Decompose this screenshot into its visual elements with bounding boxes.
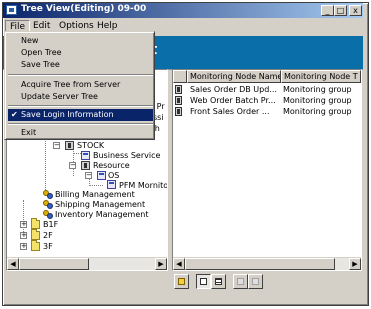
node-type: Monitoring group	[283, 96, 352, 105]
scroll-right-button[interactable]: ▶	[349, 258, 361, 270]
node-name: Sales Order DB Upd...	[190, 85, 277, 94]
list-row[interactable]: Web Order Batch Pr... Monitoring group	[173, 95, 361, 106]
folder-icon	[31, 218, 40, 229]
folder-up-icon	[178, 278, 185, 285]
app-icon	[6, 5, 17, 15]
zoom-in-button[interactable]	[233, 274, 248, 289]
column-header-node-type[interactable]: Monitoring Node T	[281, 70, 361, 83]
group-icon	[43, 209, 53, 219]
tree-node-b1f[interactable]: B1F	[43, 219, 58, 230]
service-icon	[107, 180, 116, 189]
menu-item-exit[interactable]: Exit	[8, 127, 153, 139]
menu-item-save-tree[interactable]: Save Tree	[8, 59, 153, 71]
tree-node-3f[interactable]: 3F	[43, 241, 53, 252]
window-title: Tree View(Editing) 09-00	[21, 4, 147, 14]
folder-icon	[31, 240, 40, 251]
check-icon: ✔	[11, 110, 18, 119]
grid-icon	[237, 278, 244, 285]
server-icon	[175, 107, 182, 116]
tree-line	[73, 153, 81, 154]
server-icon	[65, 141, 74, 150]
tree-line	[89, 185, 103, 186]
list-horizontal-scrollbar[interactable]: ◀ ▶	[173, 257, 361, 270]
menu-separator	[8, 123, 153, 125]
close-button[interactable]: x	[349, 5, 362, 16]
scroll-thumb[interactable]	[19, 258, 89, 270]
menu-item-label: Save Login Information	[21, 110, 114, 119]
grid-icon	[252, 278, 259, 285]
collapse-toggle[interactable]: −	[85, 172, 92, 179]
title-bar: Tree View(Editing) 09-00 _ □ x	[3, 3, 363, 18]
group-icon	[43, 199, 53, 209]
scroll-left-button[interactable]: ◀	[173, 258, 185, 270]
node-list-panel[interactable]: Monitoring Node Name Monitoring Node T S…	[172, 69, 362, 271]
maximize-button[interactable]: □	[334, 5, 347, 16]
collapse-toggle[interactable]: −	[69, 162, 76, 169]
expand-toggle[interactable]: +	[20, 221, 27, 228]
expand-toggle[interactable]: +	[20, 243, 27, 250]
large-icons-icon	[200, 278, 207, 285]
menu-item-new[interactable]: New	[8, 35, 153, 47]
file-menu-dropdown: New Open Tree Save Tree Acquire Tree fro…	[4, 31, 155, 140]
tree-node-2f[interactable]: 2F	[43, 230, 53, 241]
service-icon	[81, 151, 90, 160]
view-toolbar	[170, 274, 364, 292]
list-row[interactable]: Front Sales Order ... Monitoring group	[173, 106, 361, 117]
scroll-right-button[interactable]: ▶	[155, 258, 167, 270]
menu-item-acquire-tree[interactable]: Acquire Tree from Server	[8, 79, 153, 91]
up-level-button[interactable]	[174, 274, 189, 289]
tree-node-inventory[interactable]: Inventory Management	[55, 209, 148, 220]
tree-horizontal-scrollbar[interactable]: ◀ ▶	[7, 257, 167, 270]
menu-item-update-server-tree[interactable]: Update Server Tree	[8, 91, 153, 103]
expand-toggle[interactable]: +	[20, 232, 27, 239]
large-icon-view-button[interactable]	[196, 274, 211, 289]
menu-item-open-tree[interactable]: Open Tree	[8, 47, 153, 59]
server-icon	[175, 96, 182, 105]
node-type: Monitoring group	[283, 85, 352, 94]
list-row[interactable]: Sales Order DB Upd... Monitoring group	[173, 84, 361, 95]
node-name: Front Sales Order ...	[190, 107, 270, 116]
server-icon	[81, 161, 90, 170]
service-icon	[97, 171, 106, 180]
collapse-toggle[interactable]: −	[53, 142, 60, 149]
zoom-out-button[interactable]	[248, 274, 263, 289]
node-type: Monitoring group	[283, 107, 352, 116]
minimize-button[interactable]: _	[321, 5, 334, 16]
folder-icon	[31, 229, 40, 240]
column-header-icon[interactable]	[173, 70, 187, 83]
server-icon	[175, 85, 182, 94]
menu-item-save-login-information[interactable]: ✔ Save Login Information	[8, 109, 153, 121]
column-header-node-name[interactable]: Monitoring Node Name	[187, 70, 281, 83]
group-icon	[43, 189, 53, 199]
list-view-button[interactable]	[211, 274, 226, 289]
node-name: Web Order Batch Pr...	[190, 96, 276, 105]
scroll-thumb[interactable]	[185, 258, 335, 270]
menu-separator	[8, 105, 153, 107]
list-icon	[215, 278, 222, 285]
menu-separator	[8, 74, 153, 76]
scroll-left-button[interactable]: ◀	[7, 258, 19, 270]
